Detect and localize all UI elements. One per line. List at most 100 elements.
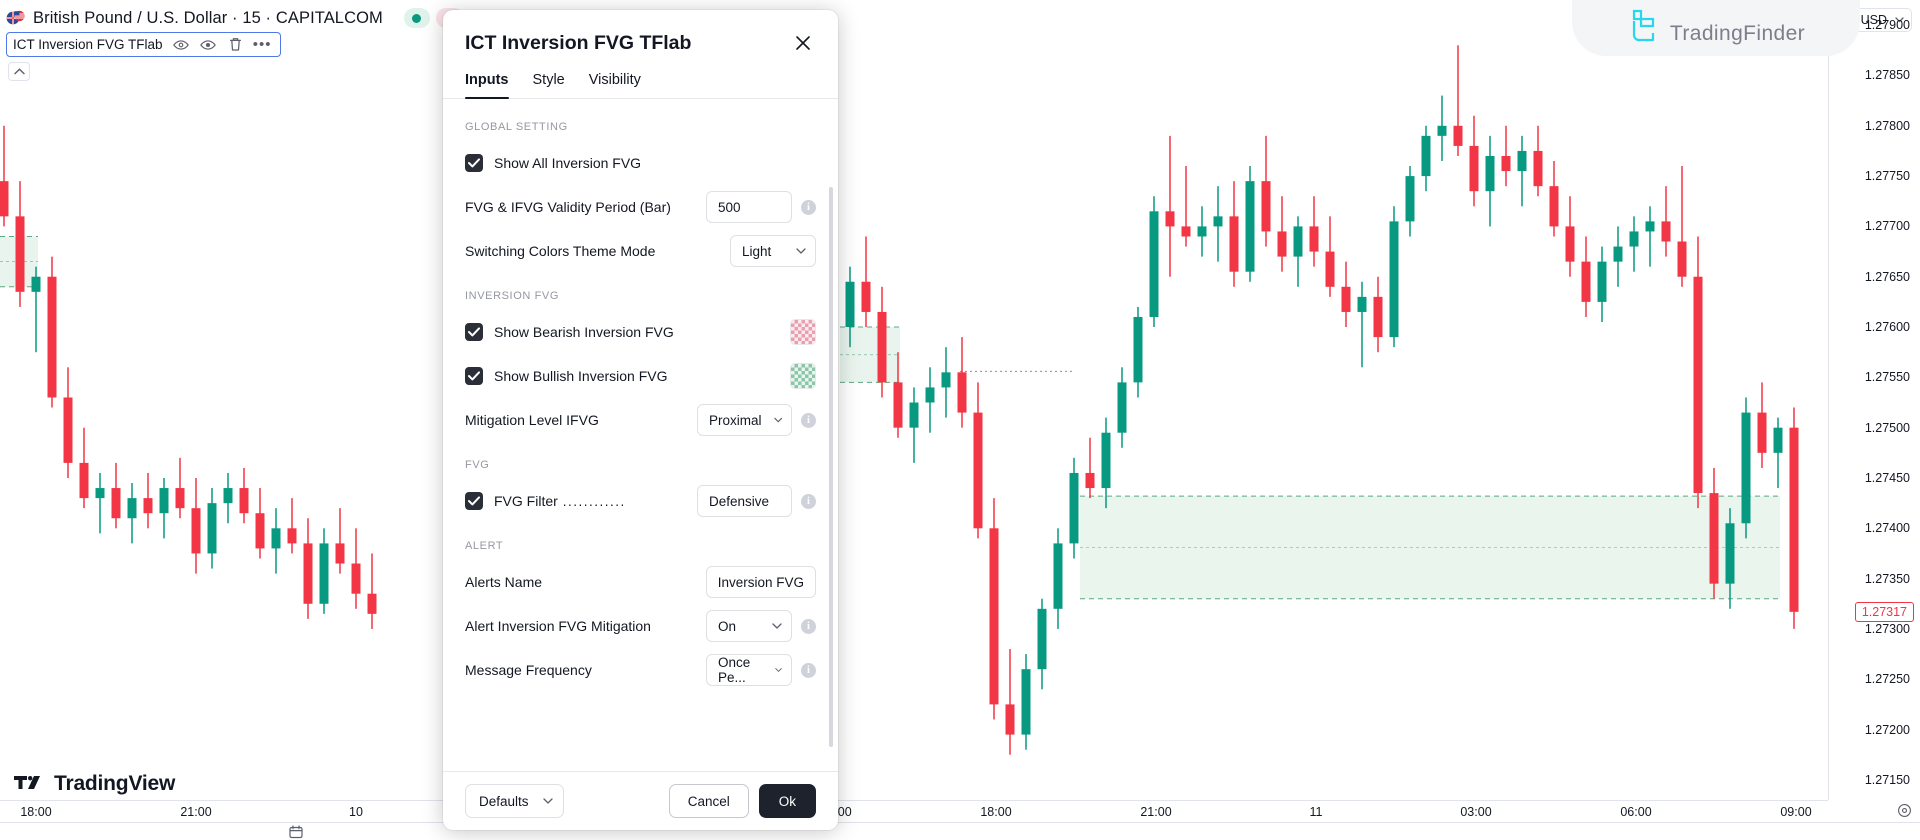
alert-mitigation-select[interactable]: On: [706, 610, 792, 642]
candle: [64, 367, 73, 478]
time-tick: 18:00: [20, 805, 51, 819]
candle: [1646, 206, 1655, 266]
info-icon[interactable]: i: [801, 663, 816, 678]
defaults-button[interactable]: Defaults: [465, 784, 564, 818]
ok-button[interactable]: Ok: [759, 784, 816, 818]
tradingview-logo-icon: [14, 776, 46, 793]
row-show-bullish-inversion-fvg[interactable]: Show Bullish Inversion FVG: [465, 359, 816, 393]
collapse-legend-button[interactable]: [8, 62, 30, 81]
message-frequency-select[interactable]: Once Pe...: [706, 654, 792, 686]
price-tick: 1.27200: [1865, 723, 1910, 737]
mitigation-level-select[interactable]: Proximal: [697, 404, 792, 436]
tab-style[interactable]: Style: [533, 72, 565, 98]
color-swatch-bearish[interactable]: [790, 319, 816, 345]
candle: [272, 508, 281, 573]
label-fvg-filter-dots: ............: [563, 494, 626, 509]
price-tick: 1.27650: [1865, 270, 1910, 284]
trash-icon[interactable]: [227, 36, 244, 53]
candle: [1422, 126, 1431, 191]
candle: [1694, 236, 1703, 508]
candle: [240, 468, 249, 523]
row-mitigation-level-ifvg: Mitigation Level IFVG Proximal i: [465, 403, 816, 437]
tab-inputs[interactable]: Inputs: [465, 72, 509, 98]
indicator-settings-dialog: ICT Inversion FVG TFlab Inputs Style Vis…: [443, 10, 838, 830]
info-icon[interactable]: i: [801, 494, 816, 509]
close-icon[interactable]: [790, 30, 816, 56]
candle: [910, 387, 919, 462]
info-icon[interactable]: i: [801, 200, 816, 215]
checkbox-show-bullish-inversion-fvg[interactable]: [465, 367, 483, 385]
tab-visibility[interactable]: Visibility: [589, 72, 641, 98]
row-show-all-inversion-fvg[interactable]: Show All Inversion FVG: [465, 146, 816, 180]
fvg-filter-select[interactable]: Defensive: [697, 485, 792, 517]
candle: [1790, 408, 1799, 629]
theme-mode-select[interactable]: Light: [730, 235, 816, 267]
candle: [1054, 528, 1063, 629]
candle: [1662, 186, 1671, 256]
eye-circle-icon[interactable]: [200, 36, 217, 53]
chevron-down-icon: [775, 667, 782, 673]
dialog-body: Global Setting Show All Inversion FVG FV…: [443, 99, 838, 771]
row-alert-mitigation: Alert Inversion FVG Mitigation On i: [465, 609, 816, 643]
label-mitigation-level-ifvg: Mitigation Level IFVG: [465, 412, 599, 428]
tradingfinder-logo-icon: [1627, 8, 1661, 46]
candle: [942, 347, 951, 417]
alert-mitigation-value: On: [718, 619, 736, 634]
indicator-legend-row[interactable]: ICT Inversion FVG TFlab •••: [6, 32, 281, 57]
tradingview-watermark: TradingView: [14, 772, 175, 796]
row-message-frequency: Message Frequency Once Pe... i: [465, 653, 816, 687]
candle: [1486, 136, 1495, 227]
color-swatch-bullish[interactable]: [790, 363, 816, 389]
candle: [1470, 116, 1479, 207]
label-show-bearish-inversion-fvg: Show Bearish Inversion FVG: [494, 324, 674, 340]
check-icon: [468, 496, 480, 506]
indicator-name: ICT Inversion FVG TFlab: [13, 37, 163, 52]
candle: [1582, 236, 1591, 317]
checkbox-show-all-inversion-fvg[interactable]: [465, 154, 483, 172]
candle: [1374, 277, 1383, 352]
checkbox-fvg-filter[interactable]: [465, 492, 483, 510]
info-icon[interactable]: i: [801, 413, 816, 428]
alerts-name-input[interactable]: Inversion FVG: [706, 566, 816, 598]
section-label-fvg: FVG: [465, 459, 816, 471]
gear-icon[interactable]: [1897, 803, 1912, 818]
candle: [862, 236, 871, 327]
price-tick: 1.27500: [1865, 421, 1910, 435]
dialog-scrollbar[interactable]: [829, 187, 833, 747]
candle: [1614, 226, 1623, 286]
info-icon[interactable]: i: [801, 619, 816, 634]
price-axis[interactable]: USD 1.279001.278501.278001.277501.277001…: [1828, 0, 1920, 800]
tradingview-chart-app: USD 1.279001.278501.278001.277501.277001…: [0, 0, 1920, 840]
candle: [1118, 367, 1127, 448]
candle: [1102, 418, 1111, 509]
label-theme-mode: Switching Colors Theme Mode: [465, 243, 655, 259]
candle: [352, 528, 361, 609]
row-validity-period: FVG & IFVG Validity Period (Bar) 500 i: [465, 190, 816, 224]
candle: [958, 337, 967, 428]
row-show-bearish-inversion-fvg[interactable]: Show Bearish Inversion FVG: [465, 315, 816, 349]
validity-period-input[interactable]: 500: [706, 191, 792, 223]
eye-icon[interactable]: [173, 36, 190, 53]
candle: [288, 498, 297, 553]
more-options-icon[interactable]: •••: [254, 36, 271, 53]
section-label-alert: Alert: [465, 540, 816, 552]
label-alerts-name: Alerts Name: [465, 574, 542, 590]
time-axis[interactable]: 18:0021:001003:0012:0015:0018:0021:00110…: [0, 800, 1828, 822]
market-open-dot-icon[interactable]: [404, 8, 430, 28]
price-tick: 1.27450: [1865, 471, 1910, 485]
row-theme-mode: Switching Colors Theme Mode Light: [465, 234, 816, 268]
candle: [368, 553, 377, 628]
cancel-button[interactable]: Cancel: [669, 784, 749, 818]
time-tick: 21:00: [180, 805, 211, 819]
checkbox-show-bearish-inversion-fvg[interactable]: [465, 323, 483, 341]
price-tick: 1.27900: [1865, 18, 1910, 32]
price-tick: 1.27600: [1865, 320, 1910, 334]
check-icon: [468, 158, 480, 168]
chart-canvas[interactable]: [0, 0, 1828, 800]
calendar-icon[interactable]: [288, 824, 304, 840]
candle: [1406, 166, 1415, 236]
price-tick: 1.27400: [1865, 521, 1910, 535]
label-show-bullish-inversion-fvg: Show Bullish Inversion FVG: [494, 368, 668, 384]
candle: [1678, 166, 1687, 287]
candle: [1566, 196, 1575, 277]
